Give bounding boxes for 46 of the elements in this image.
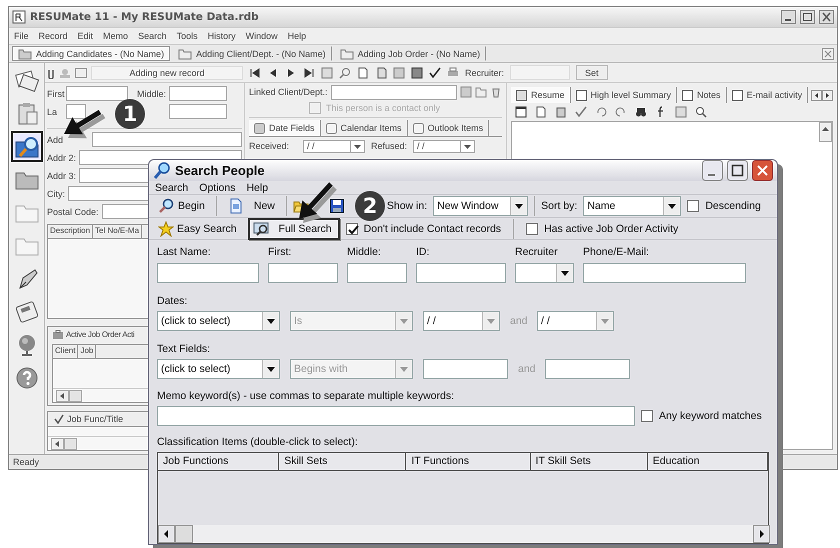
field-label: La: [47, 106, 58, 116]
field-label: Show in:: [386, 200, 428, 212]
field-label: Linked Client/Dept.:: [249, 87, 328, 97]
field-label: ID:: [416, 245, 430, 259]
column-header: Job Func/Title: [67, 414, 124, 424]
window-title: RESUMate 11 - My RESUMate Data.rdb: [30, 11, 260, 23]
column-header: IT Functions: [406, 453, 531, 470]
column-header: IT Skill Sets: [530, 453, 648, 470]
field-label: Last Name:: [157, 245, 212, 259]
column-header: Client: [53, 345, 78, 358]
field-label: City:: [47, 188, 65, 198]
section-label: Memo keyword(s) - use commas to separate multiple keywords:: [157, 389, 456, 403]
record-status: Adding new record: [91, 66, 243, 80]
field-label: Middle:: [136, 88, 166, 98]
checkbox-label: Don't include Contact records: [364, 222, 502, 234]
window-title: Search People: [175, 163, 266, 178]
column-header: Tel No/E-Ma: [93, 225, 142, 238]
field-label: First: [47, 88, 63, 98]
joiner-label: and: [510, 315, 527, 327]
status-text: Ready: [13, 457, 40, 467]
field-label: Postal Code:: [47, 206, 99, 216]
column-header: Job Functions: [158, 453, 280, 470]
field-label: Addr 2:: [47, 152, 76, 162]
column-header: Description: [48, 225, 94, 238]
column-header: Education: [648, 453, 768, 470]
recruiter-label: Recruiter:: [465, 68, 504, 78]
field-label: Received:: [249, 141, 290, 151]
field-label: First:: [268, 245, 292, 259]
column-header: Skill Sets: [279, 453, 406, 470]
field-label: Recruiter: [515, 245, 559, 259]
section-label: Text Fields:: [157, 342, 212, 356]
checkbox-label: This person is a contact only: [326, 103, 440, 113]
field-label: Add: [47, 134, 64, 144]
panel-title: Active Job Order Acti: [66, 330, 134, 339]
field-label: Sort by:: [541, 200, 578, 212]
checkbox-label: Has active Job Order Activity: [544, 222, 678, 234]
column-header: Job: [78, 345, 96, 358]
section-label: Classification Items (double-click to select):: [157, 435, 359, 449]
field-label: Phone/E-Mail:: [583, 245, 650, 259]
field-label: Middle:: [347, 245, 382, 259]
field-label: Addr 3:: [47, 170, 76, 180]
joiner-label: and: [518, 363, 535, 375]
section-label: Dates:: [157, 294, 188, 308]
field-label: Refused:: [371, 141, 407, 151]
checkbox-label: Any keyword matches: [659, 410, 762, 422]
checkbox-label: Descending: [705, 200, 761, 212]
